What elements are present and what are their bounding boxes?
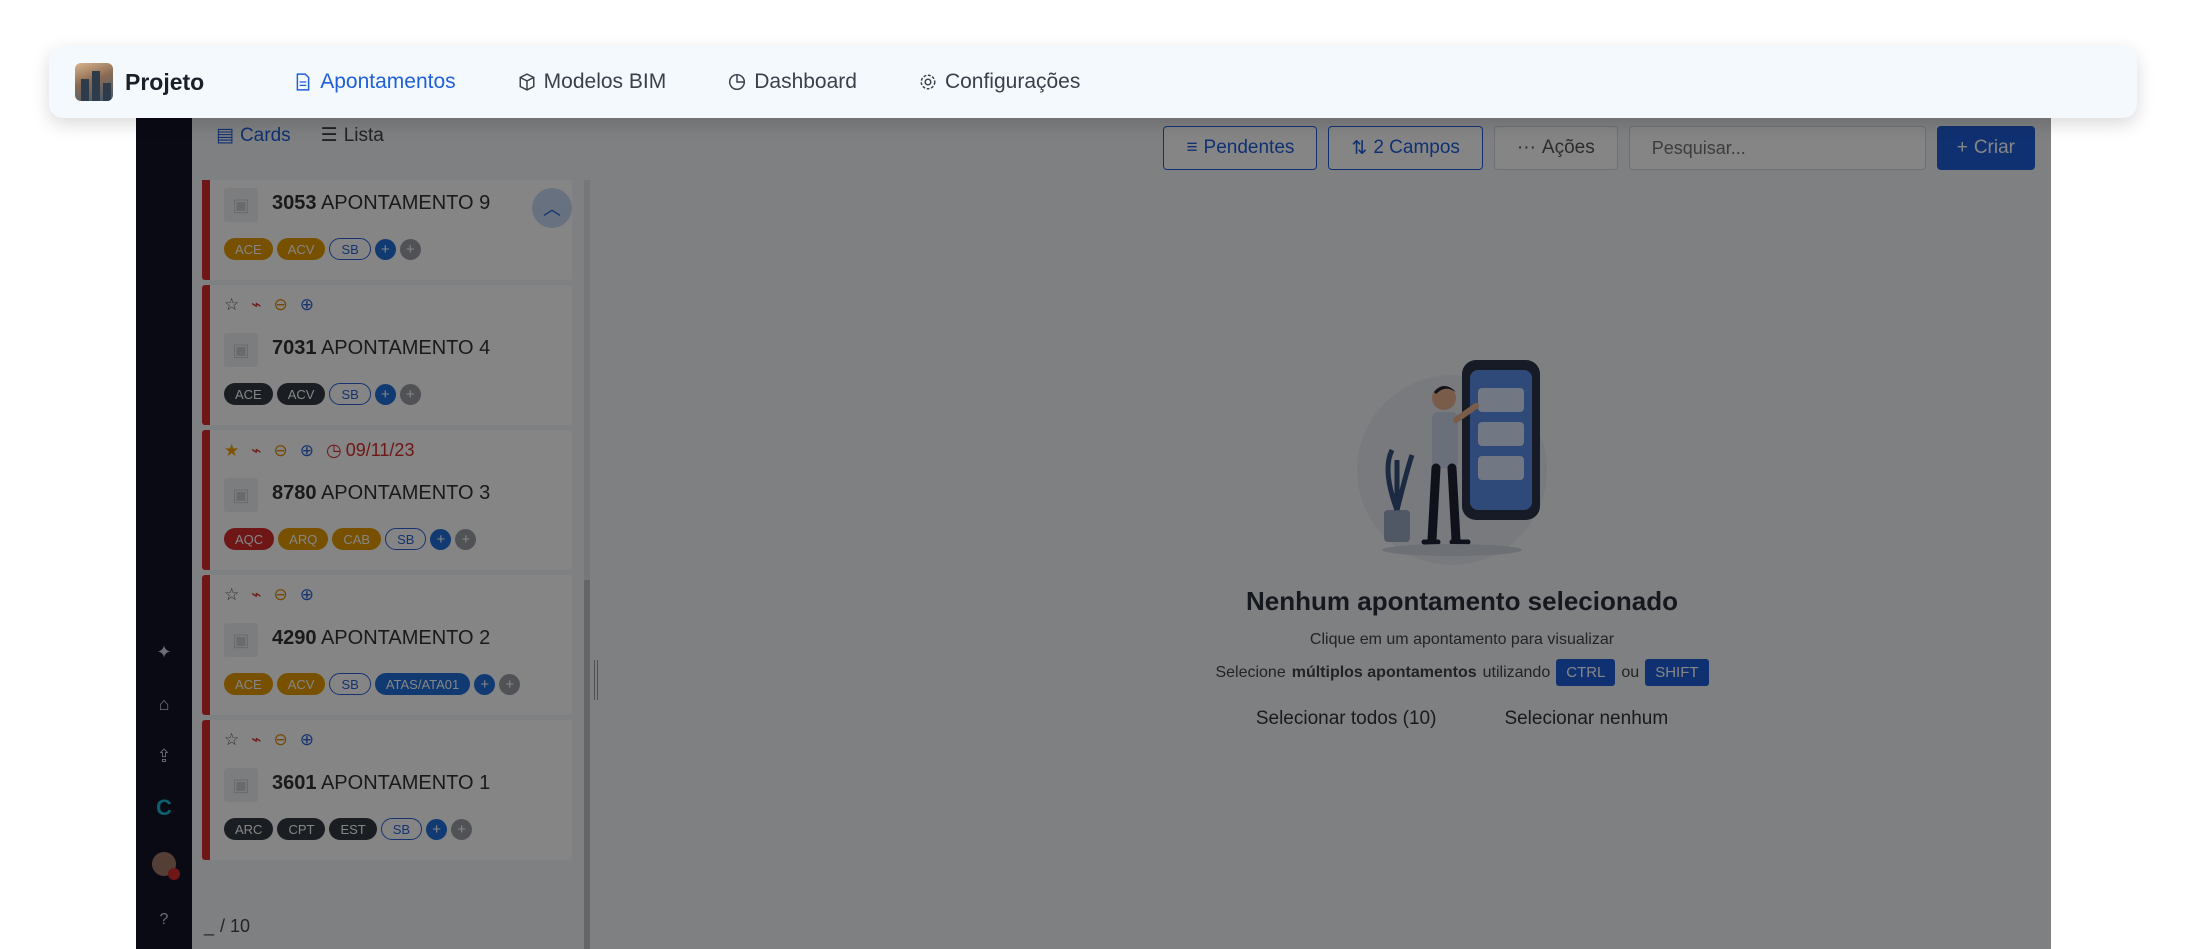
tab-dashboard[interactable]: Dashboard [728,70,857,94]
project-name[interactable]: Projeto [125,69,204,96]
nav-tabs: Apontamentos Modelos BIM Dashboard Confi… [294,70,1080,94]
top-nav: Projeto Apontamentos Modelos BIM Dashboa… [49,46,2137,118]
tab-apontamentos[interactable]: Apontamentos [294,70,456,94]
gear-icon [920,74,936,90]
modal-overlay[interactable] [136,110,2051,949]
tab-configuracoes[interactable]: Configurações [919,70,1080,94]
document-icon [296,73,310,91]
cube-icon [519,73,535,91]
tab-modelos-bim[interactable]: Modelos BIM [518,70,666,94]
pie-chart-icon [729,73,746,91]
project-thumbnail[interactable] [75,63,113,101]
